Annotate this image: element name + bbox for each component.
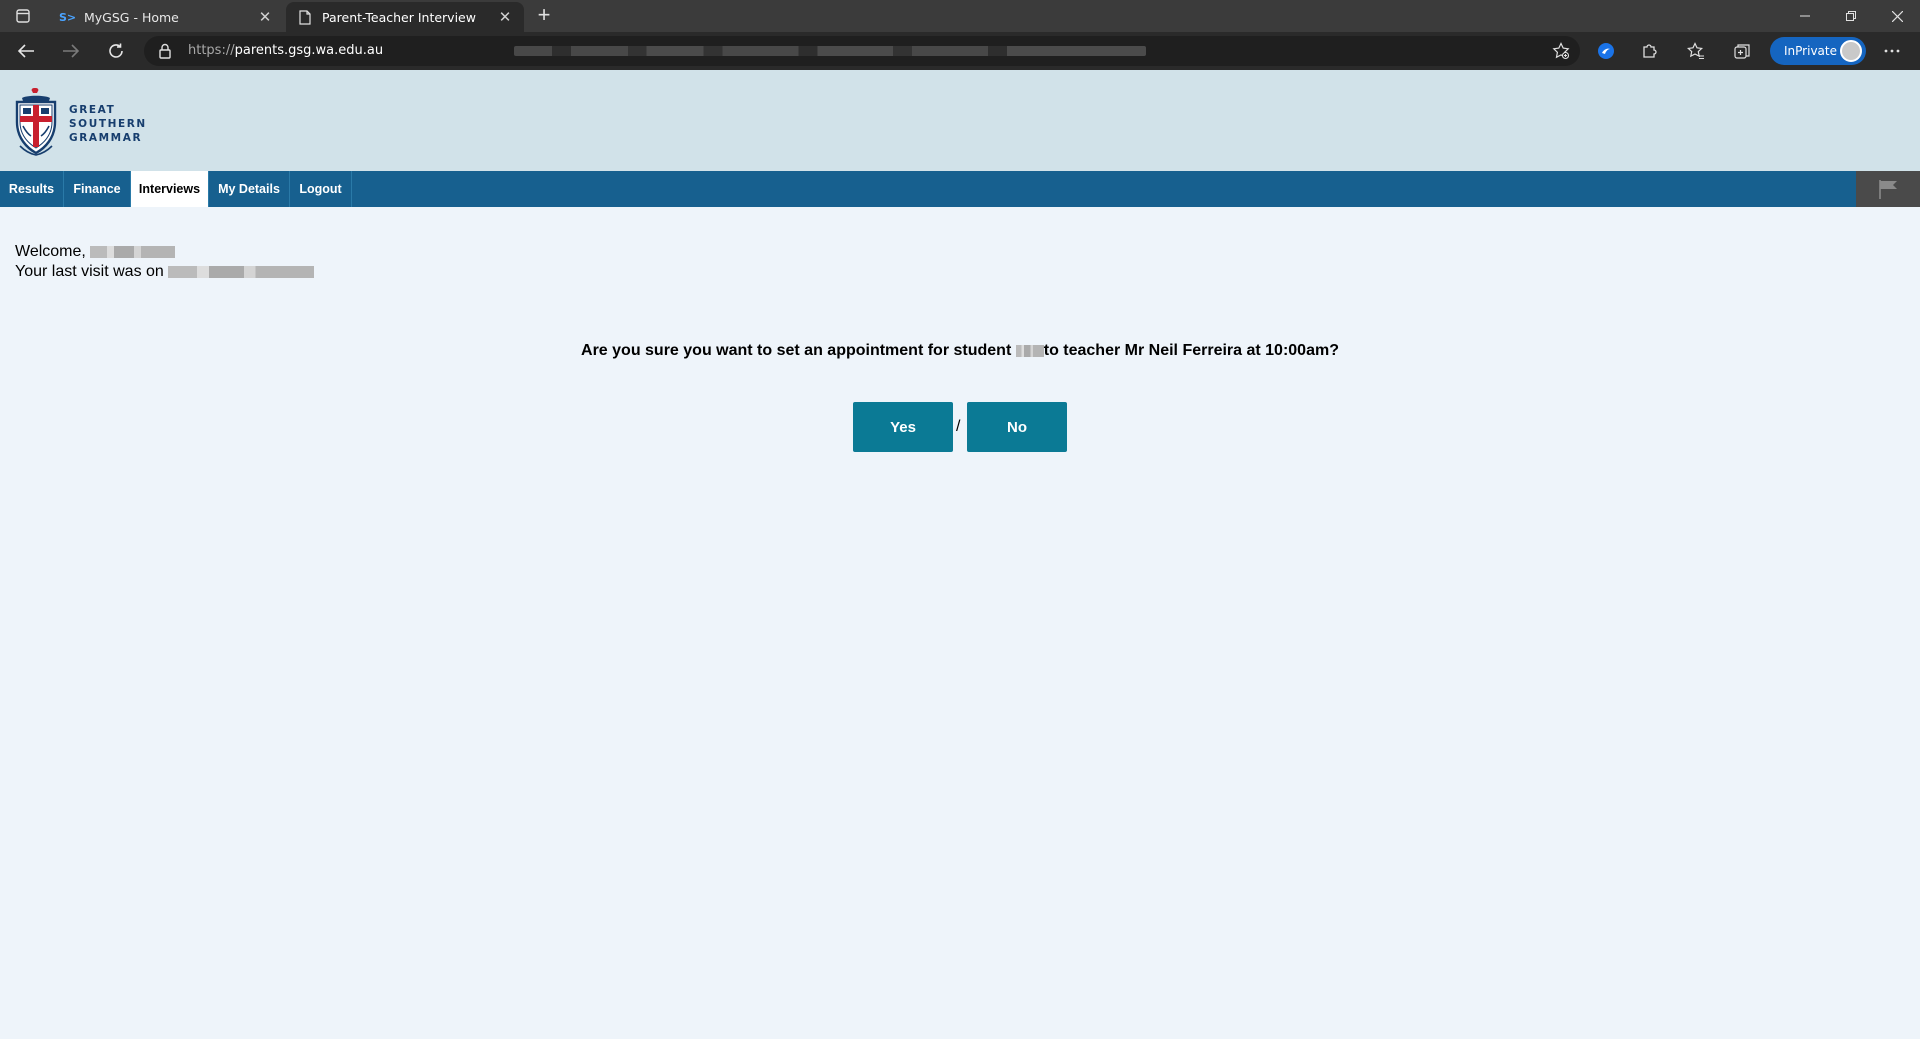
tab-title: MyGSG - Home (84, 9, 179, 25)
collections-button[interactable] (1726, 36, 1758, 66)
favorites-button[interactable] (1680, 36, 1712, 66)
url-path-redacted (514, 46, 1146, 56)
last-visit-label: Your last visit was on (15, 263, 164, 280)
minimize-button[interactable] (1782, 0, 1828, 32)
tab-title: Parent-Teacher Interview (322, 9, 476, 25)
edge-copilot-button[interactable] (1590, 36, 1622, 66)
more-dots-icon (1884, 49, 1900, 53)
address-bar[interactable]: https://parents.gsg.wa.edu.au (144, 36, 1580, 66)
minimize-icon (1800, 15, 1810, 17)
redacted-last-visit-date (168, 265, 315, 278)
school-name: GREAT SOUTHERN GRAMMAR (69, 103, 147, 145)
welcome-greeting: Welcome, (15, 243, 86, 260)
favorites-star-icon (1687, 42, 1704, 60)
forward-arrow-icon (63, 44, 80, 58)
school-name-line: GREAT (69, 104, 116, 116)
close-window-icon (1891, 10, 1903, 22)
tab-actions-icon (16, 9, 30, 23)
restore-icon (1846, 11, 1856, 21)
back-arrow-icon (17, 44, 34, 58)
close-tab-icon[interactable]: ✕ (256, 8, 274, 26)
question-suffix: to teacher Mr Neil Ferreira at 10:00am? (1043, 342, 1339, 359)
settings-more-button[interactable] (1876, 36, 1908, 66)
nav-item-logout[interactable]: Logout (290, 171, 352, 207)
question-prefix: Are you sure you want to set an appointm… (581, 342, 1012, 359)
appointment-confirmation-question: Are you sure you want to set an appointm… (0, 342, 1920, 360)
main-nav: Results Finance Interviews My Details Lo… (0, 171, 1920, 207)
tab-parent-teacher-interview[interactable]: Parent-Teacher Interview ✕ (286, 2, 524, 32)
url-host: parents.gsg.wa.edu.au (234, 43, 384, 58)
tab-actions-button[interactable] (8, 5, 38, 27)
url-text: https://parents.gsg.wa.edu.au (188, 43, 383, 58)
new-tab-button[interactable]: + (530, 4, 558, 28)
flag-icon (1879, 180, 1897, 199)
nav-item-my-details[interactable]: My Details (209, 171, 290, 207)
redacted-student-name (1015, 344, 1044, 357)
tab-mygsg-home[interactable]: S> MyGSG - Home ✕ (48, 2, 284, 32)
yes-button[interactable]: Yes (853, 402, 953, 452)
nav-item-interviews[interactable]: Interviews (131, 171, 209, 207)
close-tab-icon[interactable]: ✕ (496, 8, 514, 26)
refresh-icon (109, 43, 123, 58)
confirmation-buttons: Yes / No (853, 402, 1067, 452)
browser-tab-bar: S> MyGSG - Home ✕ Parent-Teacher Intervi… (0, 0, 1920, 32)
inprivate-label: InPrivate (1784, 44, 1837, 58)
add-favorite-icon[interactable] (1552, 42, 1570, 60)
browser-toolbar: https://parents.gsg.wa.edu.au InPrivate (0, 32, 1920, 70)
page-favicon-icon (296, 8, 314, 26)
school-name-line: GRAMMAR (69, 132, 143, 144)
forward-button[interactable] (55, 36, 87, 66)
restore-button[interactable] (1828, 0, 1874, 32)
feedback-flag-button[interactable] (1856, 171, 1920, 207)
browser-essentials-icon (1598, 43, 1614, 59)
redacted-user-name (90, 245, 176, 258)
extensions-button[interactable] (1634, 36, 1666, 66)
school-logo[interactable]: GREAT SOUTHERN GRAMMAR (14, 86, 154, 158)
refresh-button[interactable] (100, 36, 132, 66)
lock-icon (159, 43, 171, 59)
nav-item-results[interactable]: Results (0, 171, 64, 207)
svg-text:S>: S> (59, 11, 75, 24)
collections-icon (1734, 44, 1750, 59)
school-name-line: SOUTHERN (69, 118, 147, 130)
school-crest-icon (15, 88, 57, 156)
site-header: GREAT SOUTHERN GRAMMAR (0, 70, 1920, 171)
welcome-block: Welcome, Your last visit was on (15, 242, 315, 282)
nav-item-finance[interactable]: Finance (64, 171, 131, 207)
puzzle-icon (1643, 44, 1657, 58)
profile-avatar-icon (1840, 40, 1862, 62)
mygsg-favicon-icon: S> (58, 8, 76, 26)
no-button[interactable]: No (967, 402, 1067, 452)
back-button[interactable] (10, 36, 42, 66)
close-window-button[interactable] (1874, 0, 1920, 32)
url-scheme: https:// (188, 43, 235, 58)
inprivate-badge[interactable]: InPrivate (1770, 37, 1866, 65)
button-separator: / (956, 418, 961, 435)
